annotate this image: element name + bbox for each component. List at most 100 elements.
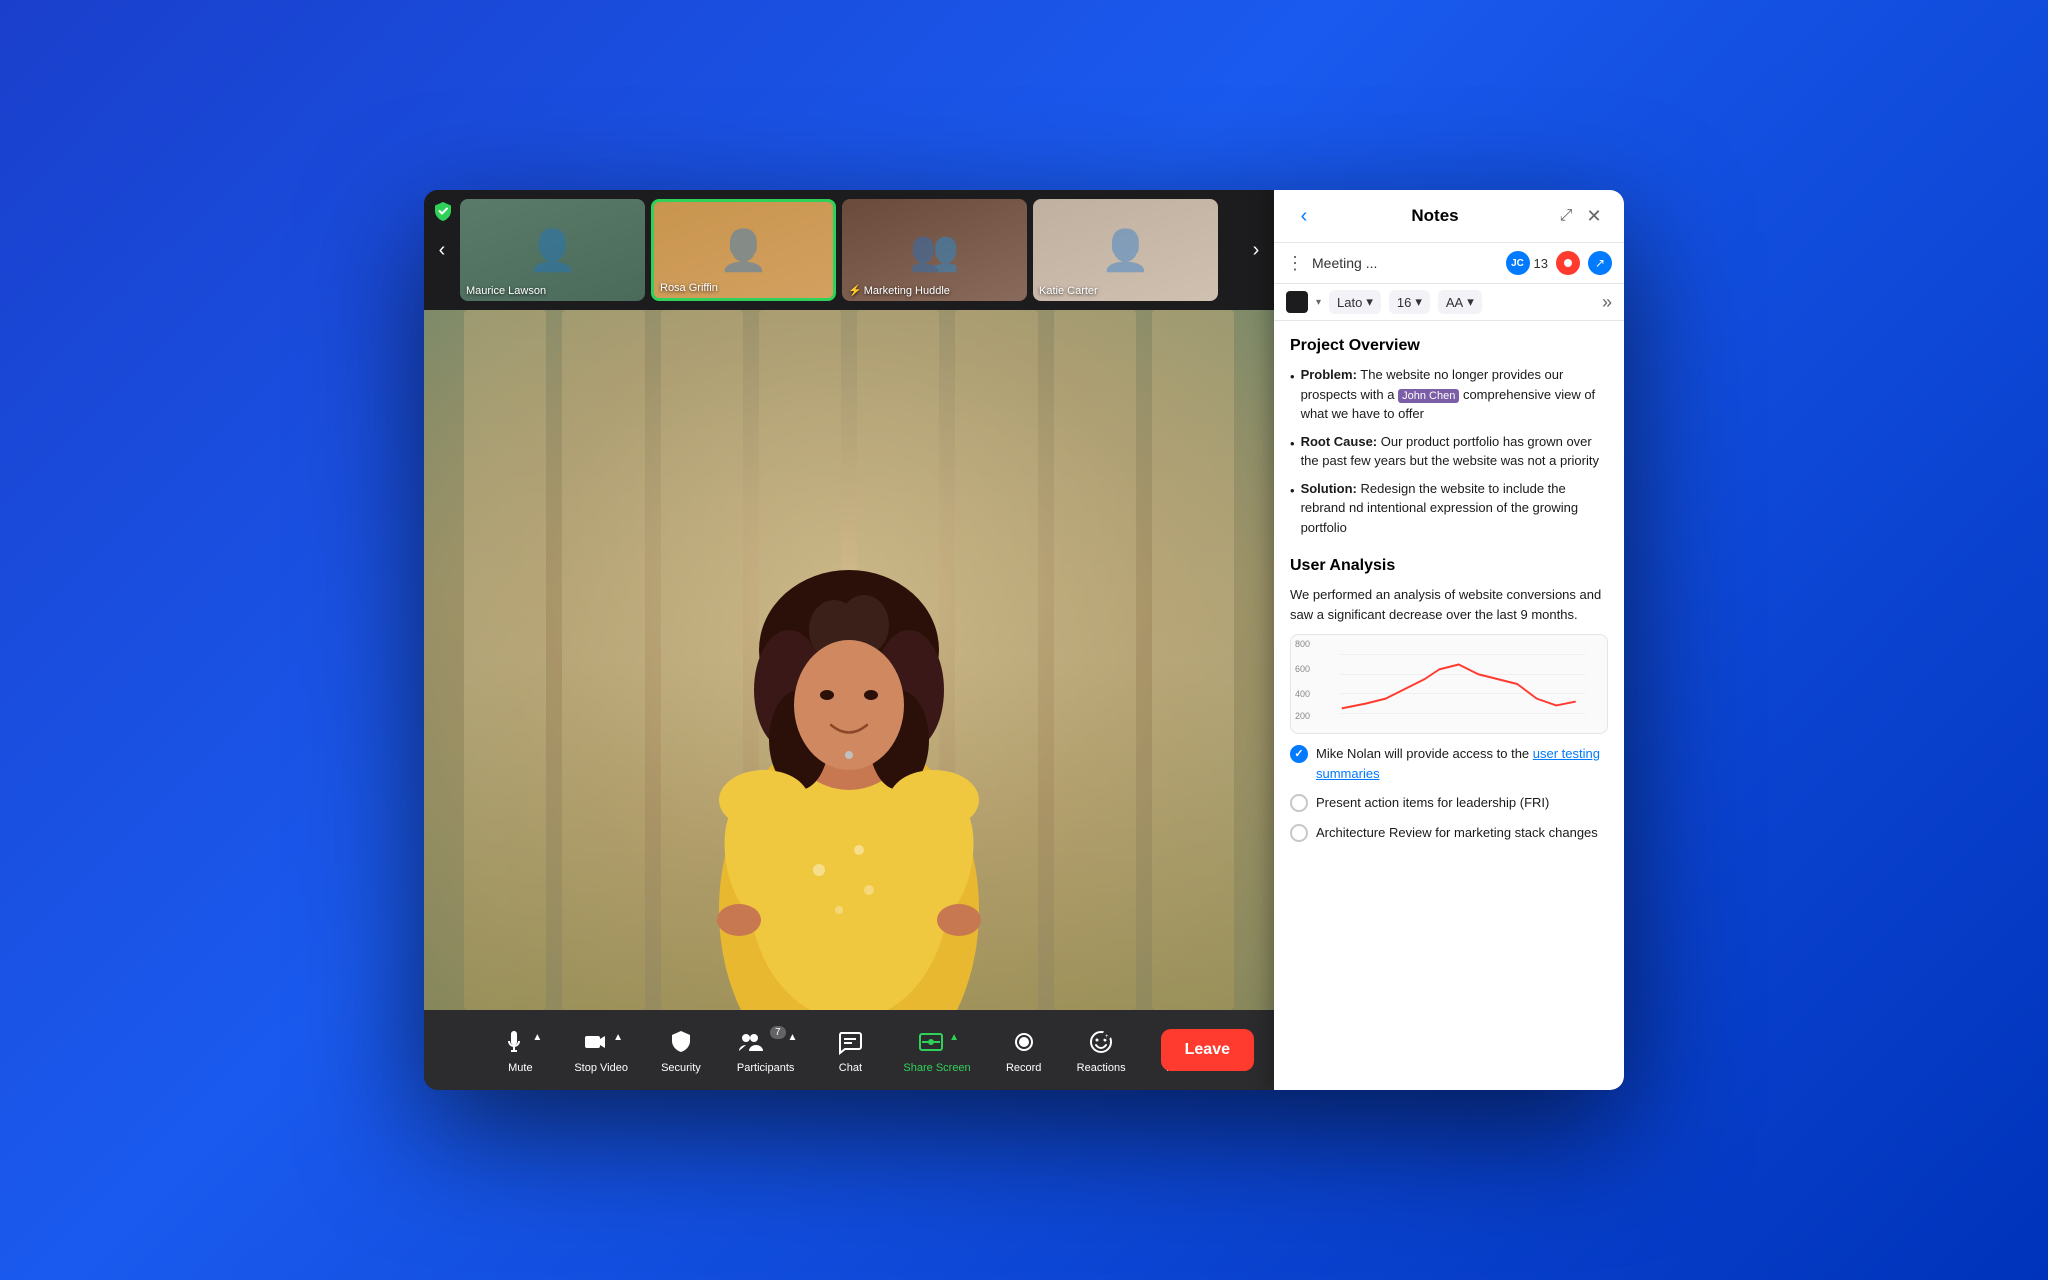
color-swatch[interactable] (1286, 291, 1308, 313)
font-size-selector[interactable]: 16 ▾ (1389, 290, 1430, 314)
toolbar-security[interactable]: Security (646, 1018, 716, 1082)
checkbox-2[interactable] (1290, 794, 1308, 812)
aa-selector[interactable]: AA ▾ (1438, 290, 1482, 314)
main-area: ‹ 👤 Maurice Lawson 👤 Rosa Griffin 👥 ⚡Mar… (424, 190, 1274, 1090)
toolbar-mute[interactable]: ▲ Mute (484, 1018, 556, 1082)
thumbnail-label-2: Rosa Griffin (660, 282, 718, 294)
thumbnail-maurice[interactable]: 👤 Maurice Lawson (460, 199, 645, 301)
thumbnail-label-4: Katie Carter (1039, 285, 1098, 297)
notes-back-button[interactable]: ‹ (1290, 202, 1318, 230)
stop-video-icon (579, 1026, 611, 1058)
checklist-section: Mike Nolan will provide access to the us… (1290, 744, 1608, 842)
toolbar-participants[interactable]: 7 ▲ Participants (720, 1018, 811, 1082)
user-testing-link[interactable]: user testing summaries (1316, 746, 1600, 781)
mute-arrow: ▲ (532, 1032, 542, 1043)
participants-label: Participants (737, 1062, 794, 1074)
toolbar-reactions[interactable]: + Reactions (1063, 1018, 1140, 1082)
chat-icon (834, 1026, 866, 1058)
toolbar-chat[interactable]: Chat (815, 1018, 885, 1082)
toolbar-share-screen[interactable]: ▲ Share Screen (889, 1018, 984, 1082)
participants-icon-group: 7 ▲ (734, 1026, 797, 1058)
more-format-button[interactable]: » (1602, 292, 1612, 313)
bullet-problem: • Problem: The website no longer provide… (1290, 365, 1608, 424)
notes-expand-button[interactable]: ⤢ (1552, 202, 1580, 230)
share-screen-icon-group: ▲ (915, 1026, 959, 1058)
share-screen-icon (915, 1026, 947, 1058)
mute-icon-group: ▲ (498, 1026, 542, 1058)
chart-label-top: 800 (1295, 639, 1310, 649)
participants-arrow: ▲ (788, 1032, 798, 1043)
notes-participant-count: 13 (1534, 256, 1548, 271)
stop-video-label: Stop Video (574, 1062, 628, 1074)
toolbar: ▲ Mute ▲ Stop Video (424, 1010, 1274, 1090)
notes-menu-button[interactable]: ⋮ (1286, 253, 1304, 274)
check-item-3: Architecture Review for marketing stack … (1290, 823, 1608, 843)
check-text-2: Present action items for leadership (FRI… (1316, 793, 1549, 813)
notes-chart: 800 600 400 200 (1290, 634, 1608, 734)
slab-1 (464, 310, 546, 1010)
chart-label-mid2: 400 (1295, 689, 1310, 699)
thumbnail-label-1: Maurice Lawson (466, 285, 546, 297)
participants-icon (734, 1026, 766, 1058)
thumbnail-label-3: ⚡Marketing Huddle (848, 284, 950, 297)
bullet-dot-2: • (1290, 434, 1295, 471)
thumbnail-rosa[interactable]: 👤 Rosa Griffin (651, 199, 836, 301)
bullet-problem-text: Problem: The website no longer provides … (1301, 365, 1608, 424)
font-chevron: ▾ (1366, 294, 1373, 310)
mute-label: Mute (508, 1062, 532, 1074)
section-heading-project: Project Overview (1290, 337, 1608, 355)
aa-label: AA (1446, 295, 1463, 310)
bullet-solution: • Solution: Redesign the website to incl… (1290, 479, 1608, 538)
notes-panel: ‹ Notes ⤢ ✕ ⋮ Meeting ... JC 13 ↗ ▾ Lato… (1274, 190, 1624, 1090)
solution-label: Solution: (1301, 481, 1357, 496)
thumbnail-marketing[interactable]: 👥 ⚡Marketing Huddle (842, 199, 1027, 301)
main-video-area (424, 310, 1274, 1010)
bullet-dot-1: • (1290, 367, 1295, 424)
reactions-icon: + (1085, 1026, 1117, 1058)
notes-share-badge[interactable]: ↗ (1588, 251, 1612, 275)
checkbox-1[interactable] (1290, 745, 1308, 763)
bullet-solution-text: Solution: Redesign the website to includ… (1301, 479, 1608, 538)
checkbox-3[interactable] (1290, 824, 1308, 842)
check-text-1: Mike Nolan will provide access to the us… (1316, 744, 1608, 783)
toolbar-record[interactable]: Record (989, 1018, 1059, 1082)
font-size-value: 16 (1397, 295, 1411, 310)
stop-video-icon-group: ▲ (579, 1026, 623, 1058)
prev-nav-button[interactable]: ‹ (424, 239, 460, 262)
notes-format-toolbar: ▾ Lato ▾ 16 ▾ AA ▾ » (1274, 284, 1624, 321)
font-selector[interactable]: Lato ▾ (1329, 290, 1381, 314)
thumbnail-katie[interactable]: 👤 Katie Carter (1033, 199, 1218, 301)
notes-doc-title[interactable]: Meeting ... (1312, 255, 1498, 271)
notes-avatar: JC (1506, 251, 1530, 275)
participants-badge: 7 (770, 1026, 786, 1039)
app-window: ‹ Notes ⤢ ✕ ⋮ Meeting ... JC 13 ↗ ▾ Lato… (424, 190, 1624, 1090)
shield-icon (432, 200, 454, 227)
security-icon (665, 1026, 697, 1058)
user-analysis-body: We performed an analysis of website conv… (1290, 585, 1608, 624)
reactions-label: Reactions (1077, 1062, 1126, 1074)
slab-8 (1152, 310, 1234, 1010)
bullet-dot-3: • (1290, 481, 1295, 538)
notes-content: Project Overview • Problem: The website … (1274, 321, 1624, 1090)
next-nav-button[interactable]: › (1238, 239, 1274, 262)
thumbnails-container: 👤 Maurice Lawson 👤 Rosa Griffin 👥 ⚡Marke… (460, 199, 1238, 301)
notes-subheader: ⋮ Meeting ... JC 13 ↗ (1274, 243, 1624, 284)
check-item-2: Present action items for leadership (FRI… (1290, 793, 1608, 813)
notes-avatar-group: JC 13 (1506, 251, 1548, 275)
root-cause-label: Root Cause: (1301, 434, 1378, 449)
record-dot (1564, 259, 1572, 267)
record-label: Record (1006, 1062, 1041, 1074)
chart-label-bot: 200 (1295, 711, 1310, 721)
leave-button[interactable]: Leave (1161, 1029, 1254, 1071)
svg-text:+: + (1105, 1034, 1109, 1040)
bullet-root-cause: • Root Cause: Our product portfolio has … (1290, 432, 1608, 471)
lightning-icon: ⚡ (848, 285, 862, 297)
stop-video-arrow: ▲ (613, 1032, 623, 1043)
color-arrow[interactable]: ▾ (1316, 297, 1321, 308)
chat-label: Chat (839, 1062, 862, 1074)
font-size-chevron: ▾ (1415, 294, 1422, 310)
chart-svg (1301, 645, 1597, 723)
aa-chevron: ▾ (1467, 294, 1474, 310)
toolbar-stop-video[interactable]: ▲ Stop Video (560, 1018, 642, 1082)
notes-close-button[interactable]: ✕ (1580, 202, 1608, 230)
